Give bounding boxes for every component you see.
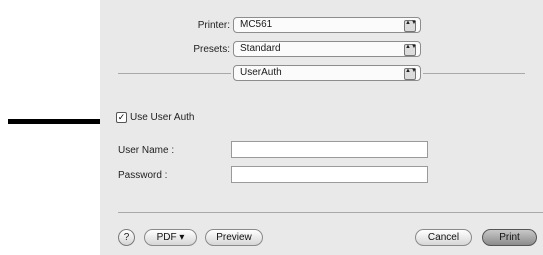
annotation-arrow-shaft	[8, 119, 112, 124]
password-label: Password :	[118, 170, 168, 181]
password-field[interactable]	[231, 166, 428, 183]
updown-arrows-icon: ▲▼	[404, 44, 417, 56]
print-dialog: Printer: MC561 ▲▼ Presets: Standard ▲▼ U…	[100, 0, 543, 255]
print-button[interactable]: Print	[482, 229, 537, 246]
printer-popup[interactable]: MC561 ▲▼	[233, 17, 421, 33]
updown-arrows-icon: ▲▼	[404, 20, 417, 32]
use-user-auth-label: Use User Auth	[130, 112, 195, 123]
printer-value: MC561	[240, 19, 273, 30]
checkmark-icon: ✓	[116, 112, 127, 123]
footer-separator	[118, 212, 543, 213]
panel-separator-right	[423, 73, 525, 74]
user-name-field[interactable]	[231, 141, 428, 158]
help-icon[interactable]: ?	[118, 229, 135, 246]
presets-value: Standard	[240, 43, 281, 54]
user-name-label: User Name :	[118, 145, 175, 156]
pdf-button[interactable]: PDF ▾	[144, 229, 197, 246]
panel-separator-left	[118, 73, 231, 74]
presets-label: Presets:	[193, 44, 230, 55]
preview-button[interactable]: Preview	[205, 229, 263, 246]
updown-arrows-icon: ▲▼	[404, 68, 417, 80]
panel-popup[interactable]: UserAuth ▲▼	[233, 65, 421, 81]
cancel-button[interactable]: Cancel	[415, 229, 472, 246]
presets-popup[interactable]: Standard ▲▼	[233, 41, 421, 57]
printer-label: Printer:	[197, 20, 230, 31]
panel-value: UserAuth	[240, 67, 282, 78]
